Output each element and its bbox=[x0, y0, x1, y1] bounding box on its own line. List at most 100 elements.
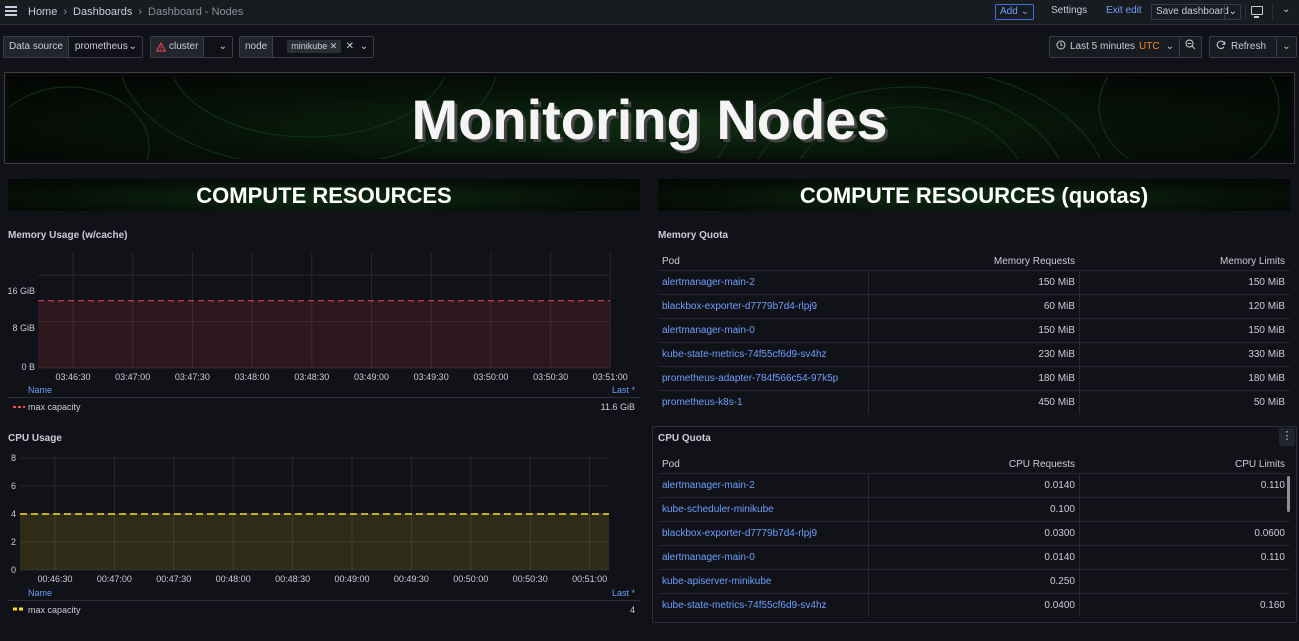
column-header-cpu-requests[interactable]: CPU Requests bbox=[1009, 459, 1075, 470]
exit-edit-button[interactable]: Exit edit bbox=[1102, 4, 1146, 20]
y-tick: 6 bbox=[10, 481, 16, 491]
column-divider bbox=[1079, 570, 1080, 593]
datasource-label: Data source bbox=[4, 37, 69, 57]
column-header-cpu-limits[interactable]: CPU Limits bbox=[1235, 459, 1285, 470]
requests-cell: 180 MiB bbox=[1038, 373, 1075, 384]
dashboard-title: Monitoring Nodes bbox=[411, 88, 888, 151]
pod-link[interactable]: alertmanager-main-2 bbox=[662, 277, 755, 288]
node-select[interactable]: minikube ✕ ✕ ⌄ bbox=[273, 37, 373, 57]
remove-chip-icon[interactable]: ✕ bbox=[330, 41, 338, 51]
breadcrumb-dashboards[interactable]: Dashboards bbox=[73, 6, 132, 18]
column-header-pod[interactable]: Pod bbox=[662, 256, 680, 267]
limits-cell: 0.0600 bbox=[1254, 528, 1285, 539]
legend-last-header[interactable]: Last * bbox=[600, 588, 635, 598]
x-tick: 03:48:00 bbox=[234, 372, 270, 382]
breadcrumb-home[interactable]: Home bbox=[28, 6, 57, 18]
timezone-label: UTC bbox=[1139, 41, 1160, 52]
column-divider bbox=[868, 570, 869, 593]
table-row[interactable]: alertmanager-main-2 150 MiB 150 MiB bbox=[658, 270, 1290, 294]
memory-usage-title: Memory Usage (w/cache) bbox=[8, 230, 128, 241]
table-row[interactable]: kube-state-metrics-74f55cf6d9-sv4hz 0.040… bbox=[658, 593, 1290, 617]
chevron-down-icon: ⌄ bbox=[1020, 6, 1029, 17]
requests-cell: 0.0400 bbox=[1044, 600, 1075, 611]
y-tick: 4 bbox=[10, 509, 16, 519]
chevron-down-icon[interactable]: ⌄ bbox=[1282, 4, 1290, 15]
pod-link[interactable]: blackbox-exporter-d7779b7d4-rlpj9 bbox=[662, 301, 817, 312]
top-nav: Home › Dashboards › Dashboard - Nodes Add ⌄ … bbox=[0, 0, 1299, 25]
table-row[interactable]: alertmanager-main-2 0.0140 0.110 bbox=[658, 473, 1290, 497]
table-row[interactable]: alertmanager-main-0 0.0140 0.110 bbox=[658, 545, 1290, 569]
cluster-label-text: cluster bbox=[169, 41, 199, 52]
pod-link[interactable]: alertmanager-main-0 bbox=[662, 552, 755, 563]
column-divider bbox=[868, 522, 869, 545]
pod-link[interactable]: kube-state-metrics-74f55cf6d9-sv4hz bbox=[662, 349, 827, 360]
cpu-quota-table: Pod CPU Requests CPU Limits alertmanager… bbox=[658, 455, 1290, 617]
datasource-variable[interactable]: Data source prometheus ⌄ bbox=[3, 36, 143, 58]
datasource-select[interactable]: prometheus ⌄ bbox=[68, 37, 142, 57]
legend-name-header[interactable]: Name bbox=[28, 588, 52, 598]
cluster-select[interactable]: ⌄ bbox=[204, 37, 232, 57]
pod-link[interactable]: kube-scheduler-minikube bbox=[662, 504, 774, 515]
pod-link[interactable]: alertmanager-main-0 bbox=[662, 325, 755, 336]
kiosk-mode-icon[interactable] bbox=[1251, 6, 1263, 18]
table-row[interactable]: alertmanager-main-0 150 MiB 150 MiB bbox=[658, 318, 1290, 342]
table-row[interactable]: prometheus-adapter-784f566c54-97k5p 180 M… bbox=[658, 366, 1290, 390]
x-tick: 00:48:00 bbox=[215, 574, 251, 584]
column-divider bbox=[1079, 319, 1080, 342]
table-row[interactable]: kube-apiserver-minikube 0.250 bbox=[658, 569, 1290, 593]
menu-icon[interactable] bbox=[5, 6, 17, 17]
chevron-down-icon: ⌄ bbox=[128, 41, 137, 52]
cluster-label: cluster bbox=[151, 37, 205, 57]
pod-link[interactable]: prometheus-adapter-784f566c54-97k5p bbox=[662, 373, 838, 384]
legend-row[interactable]: max capacity 11.6 GiB bbox=[8, 397, 640, 415]
cpu-usage-chart[interactable] bbox=[20, 455, 640, 575]
legend-row[interactable]: max capacity 4 bbox=[8, 600, 640, 618]
limits-cell: 180 MiB bbox=[1248, 373, 1285, 384]
column-divider bbox=[1079, 594, 1080, 617]
chevron-down-icon[interactable]: ⌄ bbox=[1276, 37, 1296, 57]
refresh-button[interactable]: Refresh ⌄ bbox=[1209, 36, 1297, 58]
column-header-memory-limits[interactable]: Memory Limits bbox=[1220, 256, 1285, 267]
pod-link[interactable]: prometheus-k8s-1 bbox=[662, 397, 743, 408]
requests-cell: 0.250 bbox=[1049, 576, 1075, 587]
divider bbox=[1245, 4, 1246, 20]
legend-series-last: 11.6 GiB bbox=[600, 402, 635, 412]
table-scrollbar[interactable] bbox=[1287, 476, 1290, 512]
column-header-memory-requests[interactable]: Memory Requests bbox=[994, 256, 1075, 267]
divider bbox=[1272, 4, 1273, 20]
legend-last-header[interactable]: Last * bbox=[600, 385, 635, 395]
x-tick: 03:49:00 bbox=[353, 372, 390, 382]
column-divider bbox=[868, 295, 869, 318]
zoom-out-button[interactable] bbox=[1179, 36, 1202, 58]
save-dashboard-button[interactable]: Save dashboard ⌄ bbox=[1151, 4, 1241, 20]
add-button[interactable]: Add ⌄ bbox=[995, 4, 1034, 20]
settings-button[interactable]: Settings bbox=[1047, 4, 1091, 20]
node-variable[interactable]: node minikube ✕ ✕ ⌄ bbox=[239, 36, 374, 58]
series-area bbox=[20, 514, 609, 570]
table-row[interactable]: blackbox-exporter-d7779b7d4-rlpj9 0.0300 0… bbox=[658, 521, 1290, 545]
column-divider bbox=[868, 343, 869, 366]
table-row[interactable]: kube-scheduler-minikube 0.100 bbox=[658, 497, 1290, 521]
cluster-variable[interactable]: cluster ⌄ bbox=[150, 36, 233, 58]
clear-icon[interactable]: ✕ bbox=[346, 37, 354, 57]
table-row[interactable]: blackbox-exporter-d7779b7d4-rlpj9 60 MiB 1… bbox=[658, 294, 1290, 318]
chevron-down-icon[interactable]: ⌄ bbox=[1223, 5, 1237, 19]
compute-quotas-header: COMPUTE RESOURCES (quotas) bbox=[658, 179, 1290, 211]
memory-usage-chart[interactable] bbox=[38, 252, 638, 372]
y-tick: 8 bbox=[10, 453, 16, 463]
table-row[interactable]: prometheus-k8s-1 450 MiB 50 MiB bbox=[658, 390, 1290, 414]
x-tick: 00:50:30 bbox=[512, 574, 548, 584]
x-tick: 00:49:00 bbox=[334, 574, 370, 584]
pod-link[interactable]: alertmanager-main-2 bbox=[662, 480, 755, 491]
pod-link[interactable]: kube-apiserver-minikube bbox=[662, 576, 772, 587]
panel-menu-icon[interactable]: ⋮ bbox=[1279, 428, 1295, 446]
x-tick: 03:46:30 bbox=[55, 372, 91, 382]
legend-name-header[interactable]: Name bbox=[28, 385, 52, 395]
pod-link[interactable]: blackbox-exporter-d7779b7d4-rlpj9 bbox=[662, 528, 817, 539]
limits-cell: 0.160 bbox=[1259, 600, 1285, 611]
table-row[interactable]: kube-state-metrics-74f55cf6d9-sv4hz 230 M… bbox=[658, 342, 1290, 366]
column-divider bbox=[1079, 343, 1080, 366]
y-tick: 16 GiB bbox=[7, 286, 35, 296]
column-header-pod[interactable]: Pod bbox=[662, 459, 680, 470]
pod-link[interactable]: kube-state-metrics-74f55cf6d9-sv4hz bbox=[662, 600, 827, 611]
